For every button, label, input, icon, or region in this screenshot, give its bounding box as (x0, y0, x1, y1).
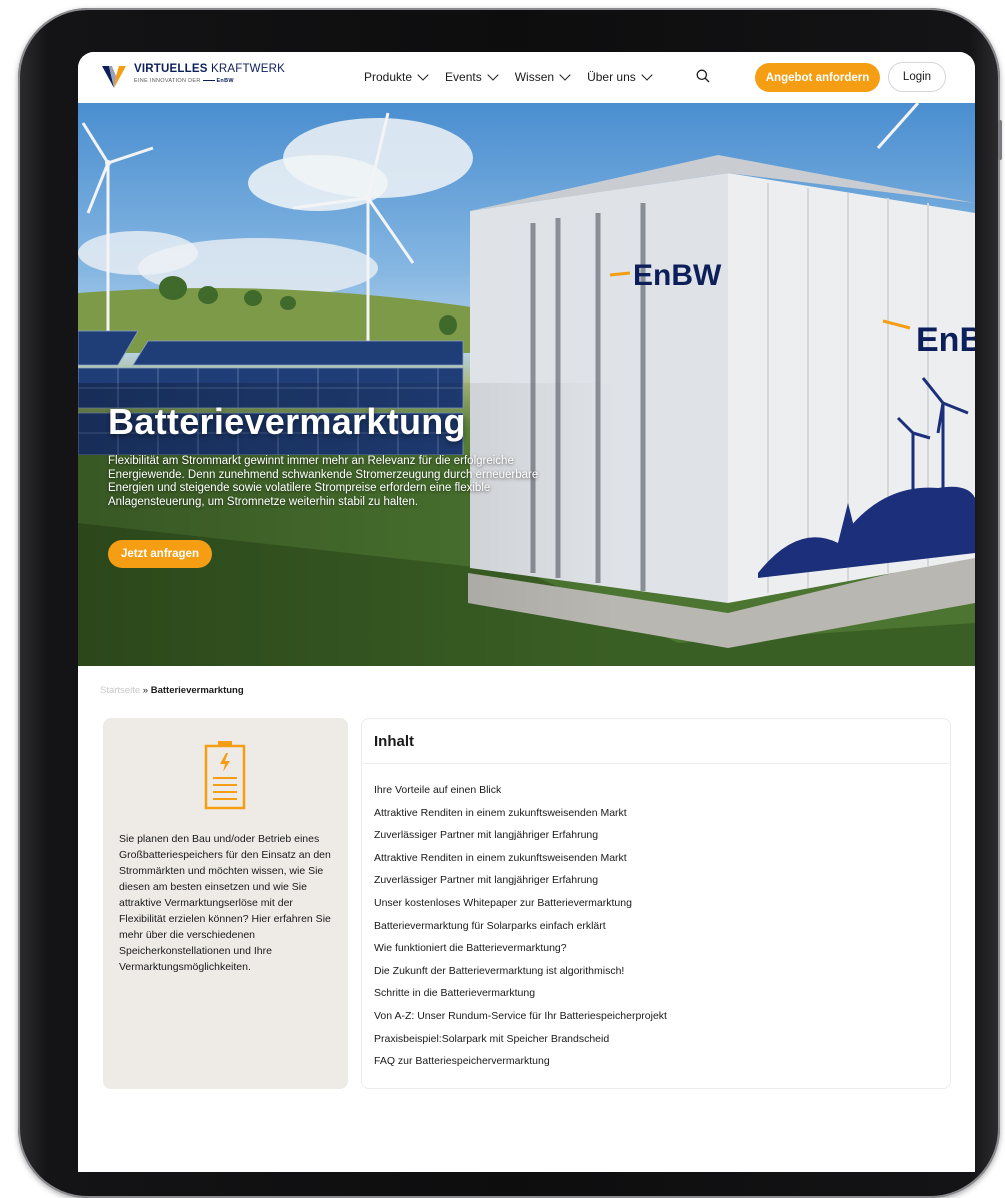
toc-link[interactable]: Attraktive Renditen in einem zukunftswei… (374, 802, 667, 825)
chevron-down-icon (559, 69, 571, 81)
toc-list: Ihre Vorteile auf einen Blick Attraktive… (374, 779, 667, 1073)
main-nav: Produkte Events Wissen Über uns (364, 69, 669, 84)
toc-link[interactable]: Wie funktioniert die Batterievermarktung… (374, 937, 667, 960)
toc-link[interactable]: FAQ zur Batteriespeichervermarktung (374, 1050, 667, 1073)
nav-item-wissen[interactable]: Wissen (515, 69, 571, 84)
breadcrumb-current: Batterievermarktung (150, 685, 244, 696)
search-icon[interactable] (696, 69, 710, 83)
toc-divider (362, 763, 950, 764)
toc-link[interactable]: Praxisbeispiel:Solarpark mit Speicher Br… (374, 1028, 667, 1051)
intro-text: Sie planen den Bau und/oder Betrieb eine… (119, 833, 331, 973)
toc-link[interactable]: Zuverlässiger Partner mit langjähriger E… (374, 869, 667, 892)
hero-title: Batterievermarktung (108, 401, 466, 442)
breadcrumb-home-link[interactable]: Startseite (100, 685, 140, 696)
toc-link[interactable]: Von A-Z: Unser Rundum-Service für Ihr Ba… (374, 1005, 667, 1028)
toc-title: Inhalt (374, 733, 414, 750)
breadcrumb-separator: » (142, 685, 149, 696)
browser-viewport: VIRTUELLES KRAFTWERK EINE INNOVATION DER… (78, 52, 975, 1172)
nav-item-produkte[interactable]: Produkte (364, 69, 429, 84)
table-of-contents: Inhalt Ihre Vorteile auf einen Blick Att… (361, 718, 951, 1089)
svg-text:EnBW: EnBW (916, 321, 975, 359)
chevron-down-icon (641, 69, 653, 81)
battery-icon (204, 740, 246, 810)
nav-item-events[interactable]: Events (445, 69, 499, 84)
site-header: VIRTUELLES KRAFTWERK EINE INNOVATION DER… (78, 52, 975, 103)
nav-item-ueber-uns[interactable]: Über uns (587, 69, 653, 84)
chevron-down-icon (487, 69, 499, 81)
logo-title: VIRTUELLES KRAFTWERK (134, 63, 285, 75)
toc-link[interactable]: Ihre Vorteile auf einen Blick (374, 779, 667, 802)
logo-subtitle: EINE INNOVATION DER EnBW (134, 77, 234, 84)
toc-link[interactable]: Unser kostenloses Whitepaper zur Batteri… (374, 892, 667, 915)
toc-link[interactable]: Schritte in die Batterievermarktung (374, 982, 667, 1005)
svg-text:EnBW: EnBW (633, 259, 722, 292)
hero-banner: EnBW EnBW Batterievermarktung Flexibilit… (78, 103, 975, 666)
intro-card: Sie planen den Bau und/oder Betrieb eine… (103, 718, 348, 1089)
logo-mark-icon (100, 64, 128, 90)
toc-link[interactable]: Batterievermarktung für Solarparks einfa… (374, 915, 667, 938)
toc-link[interactable]: Attraktive Renditen in einem zukunftswei… (374, 847, 667, 870)
login-button[interactable]: Login (888, 62, 946, 92)
request-offer-button[interactable]: Angebot anfordern (755, 63, 880, 92)
hero-image: EnBW EnBW (78, 103, 975, 666)
request-now-button[interactable]: Jetzt anfragen (108, 540, 212, 568)
site-logo[interactable]: VIRTUELLES KRAFTWERK EINE INNOVATION DER… (100, 63, 285, 90)
breadcrumb: Startseite » Batterievermarktung (100, 685, 244, 696)
device-side-button (998, 120, 1002, 160)
chevron-down-icon (417, 69, 429, 81)
toc-link[interactable]: Die Zukunft der Batterievermarktung ist … (374, 960, 667, 983)
toc-link[interactable]: Zuverlässiger Partner mit langjähriger E… (374, 824, 667, 847)
hero-description: Flexibilität am Strommarkt gewinnt immer… (108, 455, 539, 508)
tablet-frame: VIRTUELLES KRAFTWERK EINE INNOVATION DER… (18, 8, 1000, 1198)
